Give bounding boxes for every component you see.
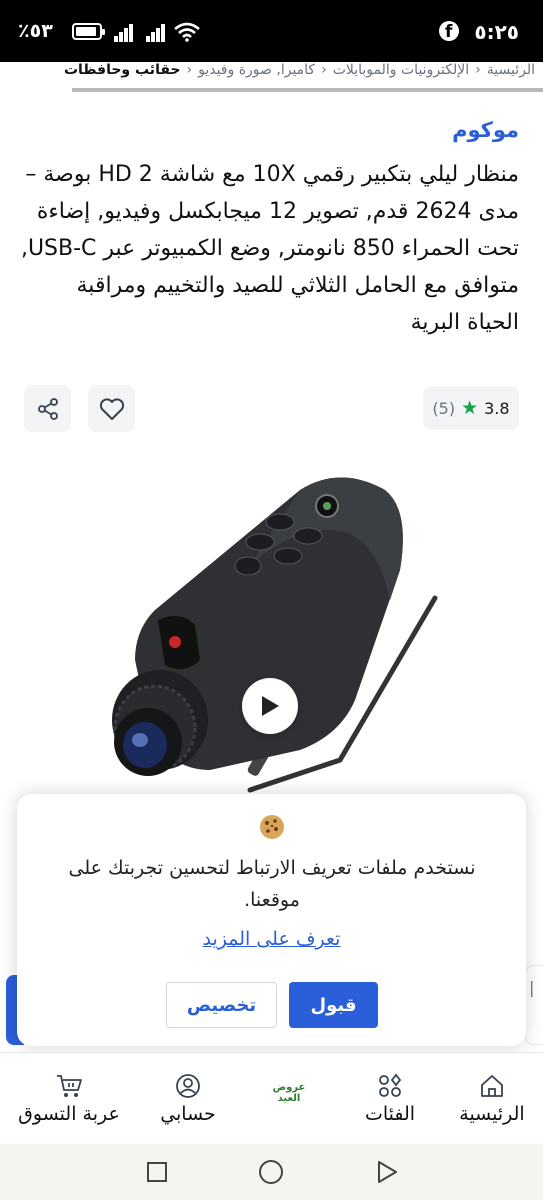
- clock: ٥:٢٥: [474, 20, 519, 44]
- breadcrumb-item-camera[interactable]: كاميرا, صورة وفيديو: [198, 62, 315, 78]
- status-bar: ٪٥٣ f ٥:٢٥: [0, 0, 543, 62]
- nav-eid-offers[interactable]: عروض العيد: [271, 1082, 307, 1116]
- quantity-edge[interactable]: |: [525, 965, 543, 1045]
- nav-categories-label: الفئات: [364, 1103, 416, 1125]
- nav-account-label: حسابي: [160, 1103, 216, 1125]
- categories-icon: [379, 1073, 402, 1097]
- eid-offers-badge: عروض العيد: [272, 1082, 306, 1104]
- breadcrumb-separator: ‹: [321, 62, 327, 78]
- rating-badge[interactable]: (5) ★ 3.8: [423, 386, 519, 430]
- breadcrumb-separator: ‹: [186, 62, 193, 78]
- nav-categories[interactable]: الفئات: [350, 1053, 430, 1145]
- cookie-banner: نستخدم ملفات تعريف الارتباط لتحسين تجربت…: [17, 794, 526, 1046]
- signal-icon: [146, 22, 168, 42]
- breadcrumb-separator: ‹: [475, 62, 481, 78]
- account-icon: [176, 1074, 200, 1098]
- breadcrumb-scrollbar[interactable]: [72, 88, 543, 92]
- cart-icon: [57, 1075, 82, 1097]
- cookie-message: نستخدم ملفات تعريف الارتباط لتحسين تجربت…: [68, 857, 476, 911]
- cookie-icon: [260, 815, 284, 839]
- star-icon: ★: [461, 397, 479, 419]
- wifi-icon: [174, 22, 200, 42]
- signal-icon: [114, 22, 136, 42]
- share-button[interactable]: [24, 385, 71, 432]
- nav-account[interactable]: حسابي: [150, 1053, 226, 1145]
- review-count: (5): [432, 398, 456, 418]
- brand-link[interactable]: موكوم: [452, 118, 519, 142]
- share-icon: [37, 397, 58, 420]
- nav-cart[interactable]: عربة التسوق: [4, 1053, 134, 1145]
- battery-percent: ٪٥٣: [18, 20, 53, 42]
- breadcrumb-item-cases[interactable]: حقائب وحافظات: [64, 62, 181, 78]
- heart-icon: [99, 397, 124, 420]
- recents-icon[interactable]: [146, 1161, 168, 1183]
- home-icon: [481, 1075, 503, 1097]
- customize-cookies-button[interactable]: تخصيص: [166, 982, 277, 1028]
- nav-home[interactable]: الرئيسية: [446, 1053, 538, 1145]
- play-icon: [262, 696, 279, 716]
- nav-home-label: الرئيسية: [459, 1103, 525, 1125]
- breadcrumb-item-home[interactable]: الرئيسية: [487, 62, 535, 78]
- wishlist-button[interactable]: [88, 385, 135, 432]
- product-image[interactable]: [100, 470, 440, 800]
- system-nav-bar: [0, 1144, 543, 1200]
- home-button-icon[interactable]: [258, 1159, 284, 1185]
- play-video-button[interactable]: [242, 678, 298, 734]
- facebook-icon: f: [439, 21, 459, 42]
- product-title: منظار ليلي بتكبير رقمي 10X مع شاشة HD 2 …: [20, 162, 519, 335]
- learn-more-link[interactable]: تعرف على المزيد: [17, 928, 526, 950]
- nav-cart-label: عربة التسوق: [18, 1103, 120, 1125]
- back-icon[interactable]: [376, 1160, 398, 1184]
- battery-icon: [72, 23, 105, 40]
- breadcrumb-item-electronics[interactable]: الإلكترونيات والموبايلات: [333, 62, 469, 78]
- rating-value: 3.8: [484, 398, 510, 418]
- accept-cookies-button[interactable]: قبول: [289, 982, 378, 1028]
